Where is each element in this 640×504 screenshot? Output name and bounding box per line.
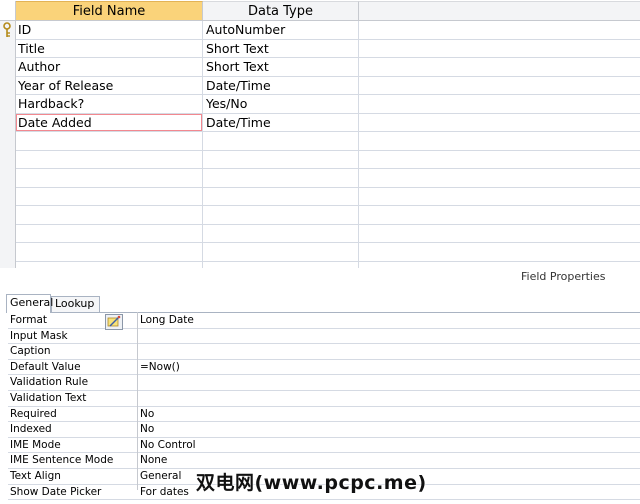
property-value[interactable]: General <box>140 469 181 483</box>
row-selector-header[interactable] <box>0 1 16 21</box>
property-row[interactable]: IME Sentence Mode None <box>8 453 640 469</box>
field-properties-label: Field Properties <box>521 270 606 283</box>
property-value[interactable]: No <box>140 407 154 421</box>
table-row[interactable] <box>16 243 640 262</box>
property-value[interactable]: Long Date <box>140 313 194 327</box>
table-row[interactable] <box>16 151 640 169</box>
property-row[interactable]: Caption <box>8 344 640 360</box>
column-header-field-name[interactable]: Field Name <box>16 1 203 21</box>
tab-general[interactable]: General <box>6 294 53 313</box>
field-name-cell[interactable]: Author <box>18 58 201 76</box>
property-label: Show Date Picker <box>10 485 102 498</box>
builder-button[interactable] <box>105 314 123 330</box>
property-label: Required <box>10 407 57 420</box>
key-icon <box>3 22 11 37</box>
table-row[interactable]: Hardback? Yes/No <box>16 95 640 114</box>
field-name-cell[interactable]: Year of Release <box>18 77 201 95</box>
property-row[interactable]: Validation Text <box>8 391 640 407</box>
property-label: Text Align <box>10 469 61 482</box>
property-row[interactable]: Input Mask <box>8 329 640 345</box>
property-row[interactable]: IME Mode No Control <box>8 438 640 454</box>
column-header-data-type[interactable]: Data Type <box>203 1 359 21</box>
property-label: Validation Text <box>10 391 87 404</box>
property-row[interactable]: Validation Rule <box>8 375 640 391</box>
property-label: Caption <box>10 345 51 358</box>
table-row[interactable]: ID AutoNumber <box>16 21 640 40</box>
property-label: IME Mode <box>10 438 61 451</box>
property-column-divider <box>137 312 138 490</box>
row-selector-column[interactable] <box>0 21 16 268</box>
property-row[interactable]: Format Long Date <box>8 313 640 329</box>
property-label: IME Sentence Mode <box>10 454 114 467</box>
tab-lookup[interactable]: Lookup <box>51 296 100 312</box>
field-name-cell[interactable]: Date Added <box>16 113 202 131</box>
property-value[interactable]: No <box>140 422 154 436</box>
property-value[interactable]: No Control <box>140 438 196 452</box>
data-type-cell[interactable]: Date/Time <box>206 114 356 132</box>
property-value[interactable]: For dates <box>140 485 189 499</box>
table-row[interactable] <box>16 225 640 243</box>
table-row[interactable] <box>16 206 640 225</box>
property-label: Default Value <box>10 360 81 373</box>
property-value[interactable]: =Now() <box>140 360 180 374</box>
watermark-text: 双电网(www.pcpc.me) <box>196 472 427 494</box>
data-type-cell[interactable]: Short Text <box>206 40 356 58</box>
property-label: Indexed <box>10 423 52 436</box>
data-type-cell[interactable]: Date/Time <box>206 77 356 95</box>
table-design-grid: Field Name Data Type ID AutoNumber Title Sh… <box>0 0 640 268</box>
table-row[interactable]: Date Added Date/Time <box>16 113 640 132</box>
property-label: Validation Rule <box>10 376 89 389</box>
property-row[interactable]: Default Value =Now() <box>8 360 640 376</box>
table-row[interactable] <box>16 188 640 206</box>
builder-icon <box>107 315 121 327</box>
data-type-cell[interactable]: Short Text <box>206 58 356 76</box>
field-name-cell[interactable]: ID <box>18 21 201 39</box>
table-row[interactable]: Year of Release Date/Time <box>16 77 640 95</box>
field-name-cell[interactable]: Hardback? <box>18 95 201 113</box>
property-row[interactable]: Indexed No <box>8 422 640 438</box>
table-row[interactable] <box>16 169 640 188</box>
table-row[interactable] <box>16 132 640 151</box>
table-row[interactable]: Author Short Text <box>16 58 640 77</box>
data-type-cell[interactable]: Yes/No <box>206 95 356 113</box>
property-row[interactable]: Required No <box>8 407 640 423</box>
table-row[interactable]: Title Short Text <box>16 40 640 58</box>
property-value[interactable]: None <box>140 453 167 467</box>
column-header-description[interactable] <box>359 1 640 21</box>
field-name-cell[interactable]: Title <box>18 40 201 58</box>
data-type-cell[interactable]: AutoNumber <box>206 21 356 39</box>
